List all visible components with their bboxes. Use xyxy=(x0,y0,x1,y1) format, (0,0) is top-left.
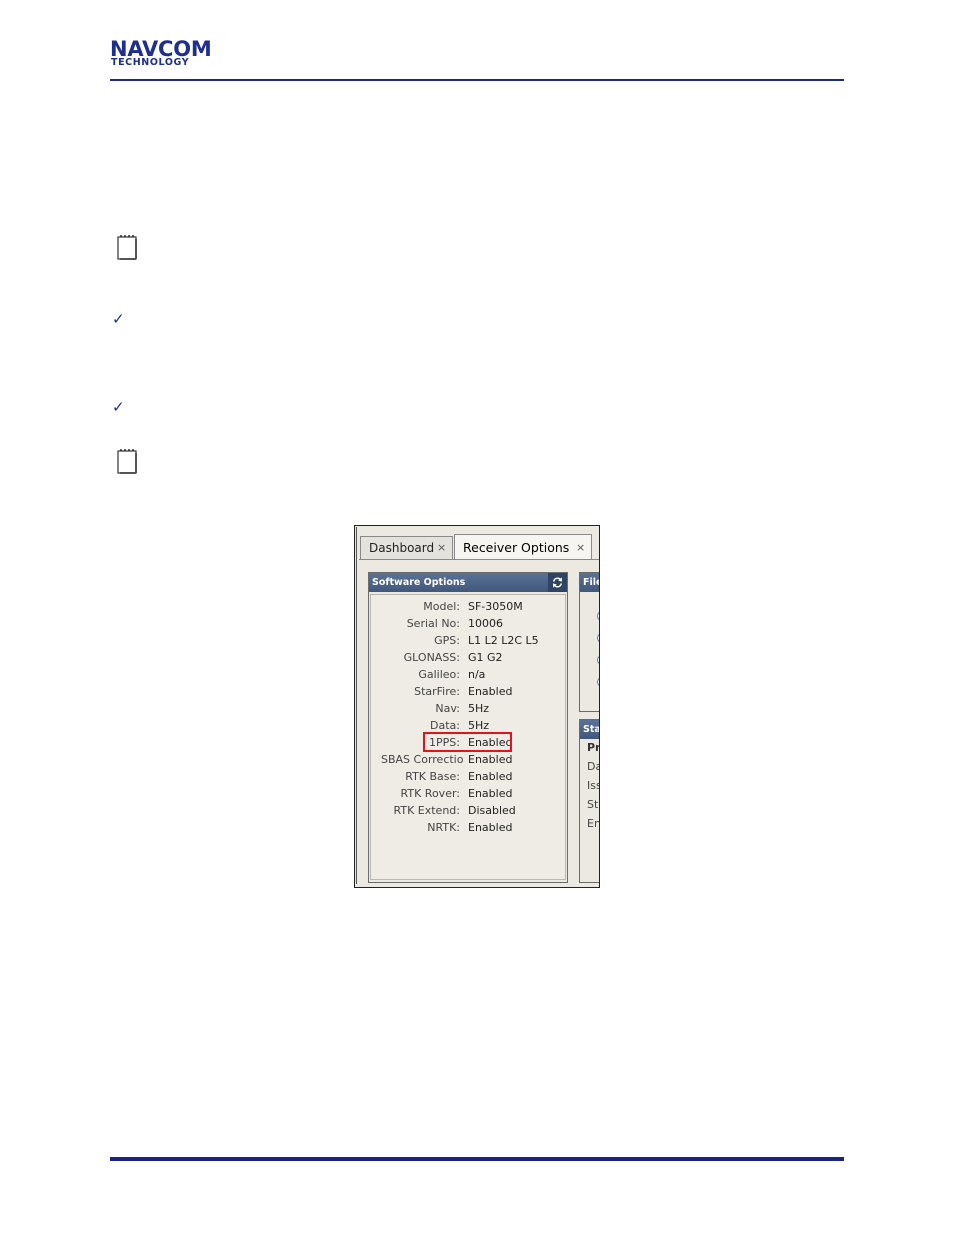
software-options-panel: Software Options Model: SF-3050M Serial … xyxy=(368,572,568,883)
option-value: SF-3050M xyxy=(468,600,523,613)
option-label: RTK Base: xyxy=(405,770,460,783)
option-row-starfire: StarFire: Enabled xyxy=(371,683,567,700)
option-value: Disabled xyxy=(468,804,516,817)
receiver-options-screenshot: Dashboard × Receiver Options × Software … xyxy=(354,525,600,888)
panel-title-text: Software Options xyxy=(372,577,466,588)
status-line: St xyxy=(587,798,599,811)
option-row-model: Model: SF-3050M xyxy=(371,598,567,615)
option-value: Enabled xyxy=(468,685,513,698)
option-label: RTK Rover: xyxy=(400,787,460,800)
tab-dashboard-label: Dashboard xyxy=(369,541,435,555)
option-label: Model: xyxy=(423,600,460,613)
option-label: Nav: xyxy=(435,702,460,715)
option-row-rtk-rover: RTK Rover: Enabled xyxy=(371,785,567,802)
panel-title: Software Options xyxy=(369,573,567,592)
tab-bar: Dashboard × Receiver Options × xyxy=(359,534,599,560)
option-row-rtk-extend: RTK Extend: Disabled xyxy=(371,802,567,819)
status-line: Da xyxy=(587,760,599,773)
option-value: L1 L2 L2C L5 xyxy=(468,634,539,647)
option-row-glonass: GLONASS: G1 G2 xyxy=(371,649,567,666)
check-icon: ✓ xyxy=(112,310,125,328)
option-row-sbas: SBAS Corrections: Enabled xyxy=(371,751,567,768)
option-row-nav: Nav: 5Hz xyxy=(371,700,567,717)
option-value: Enabled xyxy=(468,770,513,783)
note-icon xyxy=(117,449,137,474)
option-row-gps: GPS: L1 L2 L2C L5 xyxy=(371,632,567,649)
refresh-icon[interactable] xyxy=(548,573,567,592)
status-line: En xyxy=(587,817,600,830)
highlight-box-1pps xyxy=(423,732,512,752)
tab-baseline xyxy=(359,559,599,560)
option-value: Enabled xyxy=(468,787,513,800)
logo-sub-text: TECHNOLOGY xyxy=(111,57,190,68)
footer-rule xyxy=(110,1157,844,1161)
close-icon[interactable]: × xyxy=(437,537,446,559)
file-panel: File xyxy=(579,572,599,712)
file-panel-title: File xyxy=(580,573,599,592)
option-label: GPS: xyxy=(434,634,460,647)
option-label: Serial No: xyxy=(406,617,460,630)
radio-button[interactable] xyxy=(597,655,599,665)
option-value: G1 G2 xyxy=(468,651,503,664)
option-row-rtk-base: RTK Base: Enabled xyxy=(371,768,567,785)
option-label: Galileo: xyxy=(418,668,460,681)
option-value: 10006 xyxy=(468,617,503,630)
radio-button[interactable] xyxy=(597,677,599,687)
note-icon xyxy=(117,235,137,260)
option-label: StarFire: xyxy=(414,685,460,698)
status-panel: Sta Pr Da Iss St En xyxy=(579,719,600,883)
radio-button[interactable] xyxy=(597,611,599,621)
option-value: n/a xyxy=(468,668,486,681)
close-icon[interactable]: × xyxy=(576,535,585,560)
status-line: Pr xyxy=(587,741,600,754)
option-row-galileo: Galileo: n/a xyxy=(371,666,567,683)
option-label: SBAS Corrections: xyxy=(381,753,463,766)
option-label: NRTK: xyxy=(427,821,460,834)
tab-receiver-options[interactable]: Receiver Options × xyxy=(454,534,592,559)
tab-dashboard[interactable]: Dashboard × xyxy=(360,536,453,559)
status-panel-title: Sta xyxy=(580,720,599,739)
navcom-logo: NAVCOM TECHNOLOGY xyxy=(110,38,234,70)
option-row-nrtk: NRTK: Enabled xyxy=(371,819,567,836)
check-icon: ✓ xyxy=(112,398,125,416)
option-value: 5Hz xyxy=(468,702,490,715)
option-value: Enabled xyxy=(468,821,513,834)
header-rule xyxy=(110,79,844,81)
option-value: Enabled xyxy=(468,753,513,766)
status-line: Iss xyxy=(587,779,599,792)
tab-receiver-options-label: Receiver Options xyxy=(463,540,570,555)
option-label: RTK Extend: xyxy=(393,804,460,817)
option-label: GLONASS: xyxy=(403,651,460,664)
option-row-serial: Serial No: 10006 xyxy=(371,615,567,632)
radio-button[interactable] xyxy=(597,633,599,643)
